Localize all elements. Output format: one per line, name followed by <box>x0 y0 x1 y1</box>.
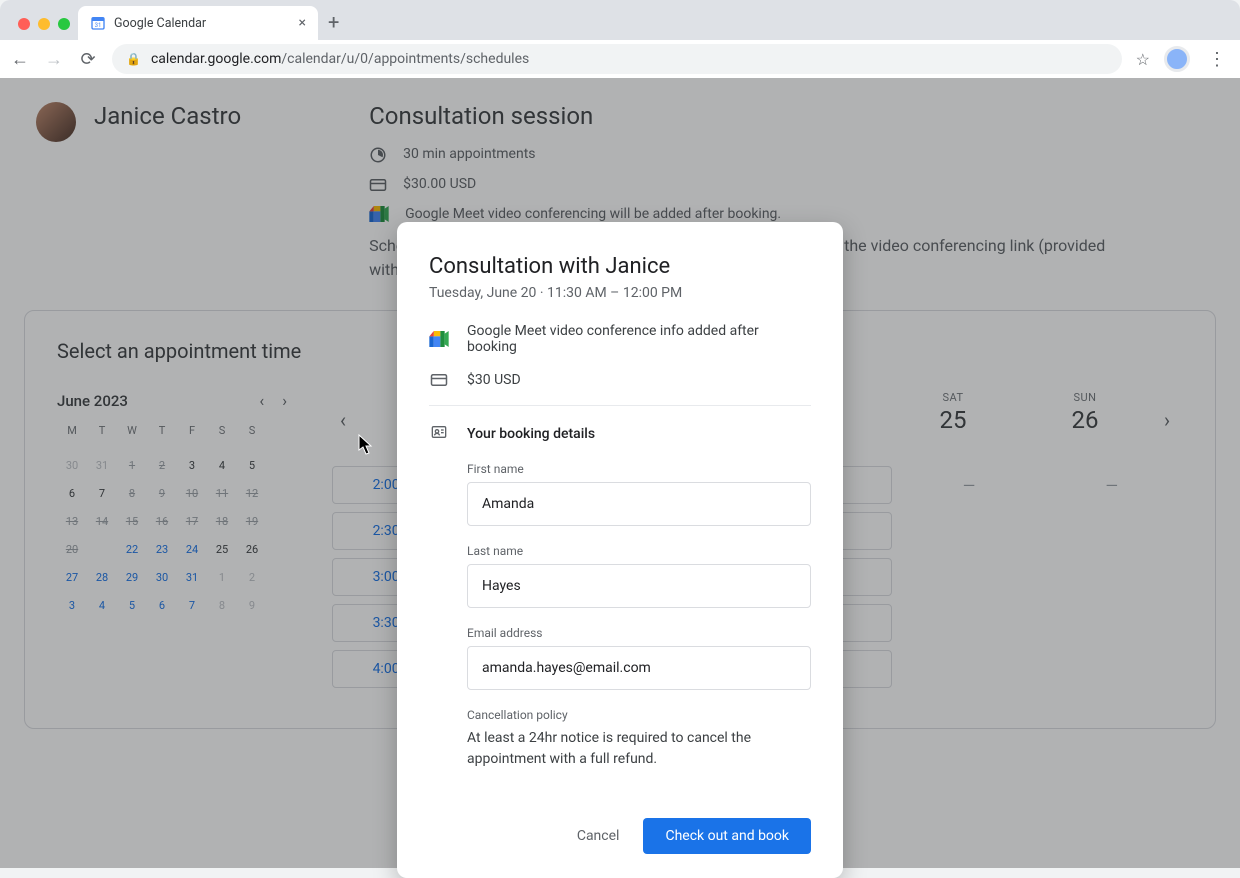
new-tab-button[interactable]: + <box>318 10 349 40</box>
payment-icon <box>429 371 449 389</box>
back-button[interactable]: ← <box>10 49 30 70</box>
svg-text:31: 31 <box>95 22 102 29</box>
first-name-input[interactable] <box>467 482 811 526</box>
calendar-favicon-icon: 31 <box>90 15 106 31</box>
modal-price: $30 USD <box>467 372 521 388</box>
browser-tab[interactable]: 31 Google Calendar × <box>78 6 318 40</box>
modal-meet-line: Google Meet video conference info added … <box>467 323 811 355</box>
booking-details-heading: Your booking details <box>467 426 595 442</box>
url-path: /calendar/u/0/appointments/schedules <box>281 51 529 67</box>
lock-icon: 🔒 <box>126 52 141 66</box>
page-body: Janice Castro Consultation session 30 mi… <box>0 78 1240 868</box>
booking-modal: Consultation with Janice Tuesday, June 2… <box>397 222 843 878</box>
policy-label: Cancellation policy <box>467 708 811 722</box>
maximize-window-icon[interactable] <box>58 18 70 30</box>
contact-card-icon <box>429 424 449 444</box>
window-controls <box>14 18 78 40</box>
profile-avatar-icon[interactable] <box>1164 46 1190 72</box>
url-host: calendar.google.com <box>151 51 281 67</box>
google-meet-icon <box>429 331 449 347</box>
email-label: Email address <box>467 626 811 640</box>
browser-toolbar: ← → ⟳ 🔒 calendar.google.com/calendar/u/0… <box>0 40 1240 78</box>
forward-button: → <box>44 49 64 70</box>
last-name-input[interactable] <box>467 564 811 608</box>
overflow-menu-icon[interactable]: ⋮ <box>1204 49 1230 70</box>
bookmark-icon[interactable]: ☆ <box>1136 50 1150 69</box>
checkout-book-button[interactable]: Check out and book <box>643 818 811 854</box>
first-name-label: First name <box>467 462 811 476</box>
divider <box>429 405 811 406</box>
browser-chrome: 31 Google Calendar × + ← → ⟳ 🔒 calendar.… <box>0 0 1240 78</box>
modal-title: Consultation with Janice <box>429 254 811 279</box>
minimize-window-icon[interactable] <box>38 18 50 30</box>
cancel-button[interactable]: Cancel <box>573 820 624 852</box>
email-input[interactable] <box>467 646 811 690</box>
policy-text: At least a 24hr notice is required to ca… <box>467 728 811 770</box>
reload-button[interactable]: ⟳ <box>78 49 98 70</box>
modal-subtitle: Tuesday, June 20 · 11:30 AM – 12:00 PM <box>429 285 811 301</box>
tab-title: Google Calendar <box>114 16 291 31</box>
last-name-label: Last name <box>467 544 811 558</box>
close-window-icon[interactable] <box>18 18 30 30</box>
address-bar[interactable]: 🔒 calendar.google.com/calendar/u/0/appoi… <box>112 44 1122 74</box>
tab-close-icon[interactable]: × <box>299 15 306 31</box>
